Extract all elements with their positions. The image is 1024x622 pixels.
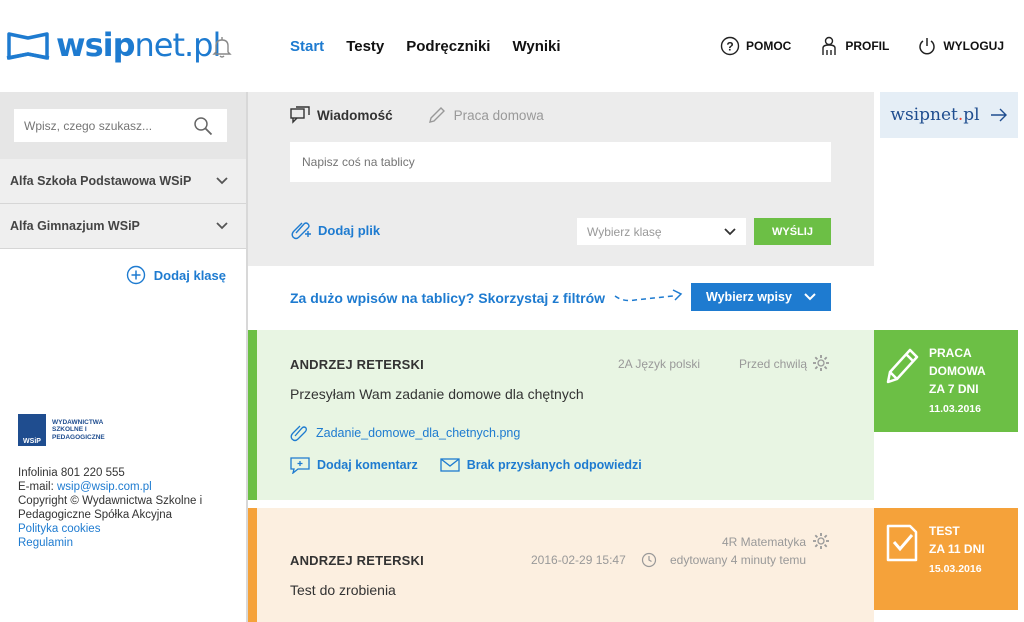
board-message-input[interactable] (290, 142, 831, 182)
top-header: wsipnet.pl Start Testy Podręczniki Wynik… (0, 0, 1024, 92)
help-button[interactable]: ? POMOC (720, 36, 791, 56)
post-datetime: 2016-02-29 15:47 (531, 553, 626, 567)
header-actions: ? POMOC PROFIL WYLOGUJ (720, 36, 1004, 56)
sidebar-footer: WSiP WYDAWNICTWA SZKOLNE I PEDAGOGICZNE … (18, 414, 228, 550)
choose-entries-label: Wybierz wpisy (706, 290, 792, 304)
gear-icon[interactable] (812, 532, 830, 550)
question-icon: ? (720, 36, 740, 56)
choose-entries-button[interactable]: Wybierz wpisy (691, 283, 831, 311)
power-icon (919, 38, 936, 55)
clock-icon (641, 552, 657, 568)
badge-text: TEST ZA 11 DNI 15.03.2016 (929, 522, 985, 580)
chevron-down-icon (216, 177, 228, 185)
arrow-right-icon (990, 108, 1007, 122)
email-link[interactable]: wsip@wsip.com.pl (57, 481, 152, 493)
nav-testy[interactable]: Testy (346, 38, 384, 55)
post-time: Przed chwilą (739, 357, 808, 371)
board-post: ANDRZEJ RETERSKI 2A Język polski Przed c… (248, 330, 874, 500)
logout-label: WYLOGUJ (943, 39, 1004, 53)
envelope-icon (440, 458, 460, 472)
profile-label: PROFIL (845, 39, 890, 53)
filter-hint: Za dużo wpisów na tablicy? Skorzystaj z … (290, 290, 606, 306)
filter-row: Za dużo wpisów na tablicy? Skorzystaj z … (248, 266, 874, 330)
sidebar-item-label: Alfa Gimnazjum WSiP (10, 219, 140, 233)
sidebar-item-label: Alfa Szkoła Podstawowa WSiP (10, 174, 192, 188)
wsip-logo-box: WSiP (18, 414, 46, 446)
book-icon (6, 32, 50, 60)
post-class-subject: 4R Matematyka (722, 535, 807, 549)
comment-plus-icon (290, 457, 310, 474)
attachment-name: Zadanie_domowe_dla_chetnych.png (316, 426, 521, 440)
wsipnet-logo[interactable]: wsipnet.pl (6, 26, 221, 64)
sidebar-item-school-primary[interactable]: Alfa Szkoła Podstawowa WSiP (0, 159, 246, 204)
gear-icon[interactable] (812, 354, 830, 372)
paperclip-icon (290, 425, 307, 442)
post-actions: Dodaj komentarz Brak przysłanych odpowie… (290, 456, 642, 474)
bell-icon[interactable] (212, 36, 232, 58)
tab-message[interactable]: Wiadomość (290, 106, 393, 124)
plus-circle-icon (126, 265, 145, 285)
nav-wyniki[interactable]: Wyniki (512, 38, 560, 55)
responses-label: Brak przysłanych odpowiedzi (466, 458, 642, 472)
homework-deadline-badge[interactable]: PRACA DOMOWA ZA 7 DNI 11.03.2016 (874, 330, 1018, 432)
help-label: POMOC (745, 39, 792, 53)
wsipnet-small-logo: wsipnet.pl (890, 105, 980, 125)
pencil-icon (886, 348, 919, 384)
post-author: ANDRZEJ RETERSKI (290, 553, 424, 568)
main-nav: Start Testy Podręczniki Wyniki (290, 38, 561, 55)
copyright: Copyright © Wydawnictwa Szkolne i Pedago… (18, 495, 203, 521)
badge-date: 11.03.2016 (929, 403, 981, 415)
regulamin-link[interactable]: Regulamin (18, 537, 73, 549)
search-area (0, 92, 246, 159)
post-author: ANDRZEJ RETERSKI (290, 357, 424, 372)
dashed-arrow-icon (614, 289, 683, 302)
chevron-down-icon (724, 227, 736, 235)
tab-homework[interactable]: Praca domowa (427, 106, 544, 124)
sidebar-item-school-gimnazjum[interactable]: Alfa Gimnazjum WSiP (0, 204, 246, 249)
add-comment-label: Dodaj komentarz (317, 458, 418, 472)
attachment-link[interactable]: Zadanie_domowe_dla_chetnych.png (290, 424, 520, 442)
composer-tabs: Wiadomość Praca domowa (290, 106, 544, 124)
infolinia: Infolinia 801 220 555 (18, 467, 125, 479)
wsip-logo-name: WYDAWNICTWA SZKOLNE I PEDAGOGICZNE (52, 418, 105, 441)
post-edited: edytowany 4 minuty temu (670, 553, 807, 567)
post-text: Test do zrobienia (290, 582, 396, 598)
pencil-icon (428, 107, 445, 123)
wsip-logo: WSiP WYDAWNICTWA SZKOLNE I PEDAGOGICZNE (18, 414, 228, 446)
sidebar: Alfa Szkoła Podstawowa WSiP Alfa Gimnazj… (0, 92, 248, 622)
add-file-button[interactable]: Dodaj plik (290, 220, 380, 240)
message-icon (290, 106, 310, 124)
class-select-value: Wybierz klasę (587, 224, 662, 239)
board-post: 4R Matematyka ANDRZEJ RETERSKI 2016-02-2… (248, 508, 874, 622)
add-class-label: Dodaj klasę (153, 267, 226, 283)
post-class-subject: 2A Język polski (618, 357, 701, 371)
logo-text: wsipnet.pl (56, 26, 221, 64)
post-composer: Wiadomość Praca domowa Dodaj plik Wybier… (248, 92, 874, 266)
email-line: E-mail: wsip@wsip.com.pl (18, 481, 152, 493)
cookies-link[interactable]: Polityka cookies (18, 523, 100, 535)
chevron-down-icon (804, 293, 816, 301)
search-box (14, 109, 227, 142)
badge-text: PRACA DOMOWA ZA 7 DNI 11.03.2016 (929, 344, 986, 420)
wsipnet-go-button[interactable]: wsipnet.pl (880, 92, 1018, 138)
nav-start[interactable]: Start (290, 38, 324, 55)
test-deadline-badge[interactable]: TEST ZA 11 DNI 15.03.2016 (874, 508, 1018, 610)
paperclip-icon (291, 222, 311, 240)
chevron-down-icon (216, 222, 228, 230)
add-comment-button[interactable]: Dodaj komentarz (290, 456, 418, 474)
class-select[interactable]: Wybierz klasę (577, 218, 746, 245)
search-icon[interactable] (193, 116, 213, 136)
send-button[interactable]: WYŚLIJ (754, 218, 831, 245)
profile-button[interactable]: PROFIL (819, 36, 889, 56)
add-class-button[interactable]: Dodaj klasę (0, 265, 246, 285)
user-icon (822, 36, 837, 55)
document-check-icon (886, 524, 918, 562)
logout-button[interactable]: WYLOGUJ (917, 36, 1004, 56)
add-file-label: Dodaj plik (318, 222, 381, 238)
badge-date: 15.03.2016 (929, 563, 982, 575)
post-text: Przesyłam Wam zadanie domowe dla chętnyc… (290, 386, 584, 402)
responses-link[interactable]: Brak przysłanych odpowiedzi (440, 456, 642, 474)
nav-podreczniki[interactable]: Podręczniki (406, 38, 490, 55)
svg-text:?: ? (726, 40, 733, 54)
